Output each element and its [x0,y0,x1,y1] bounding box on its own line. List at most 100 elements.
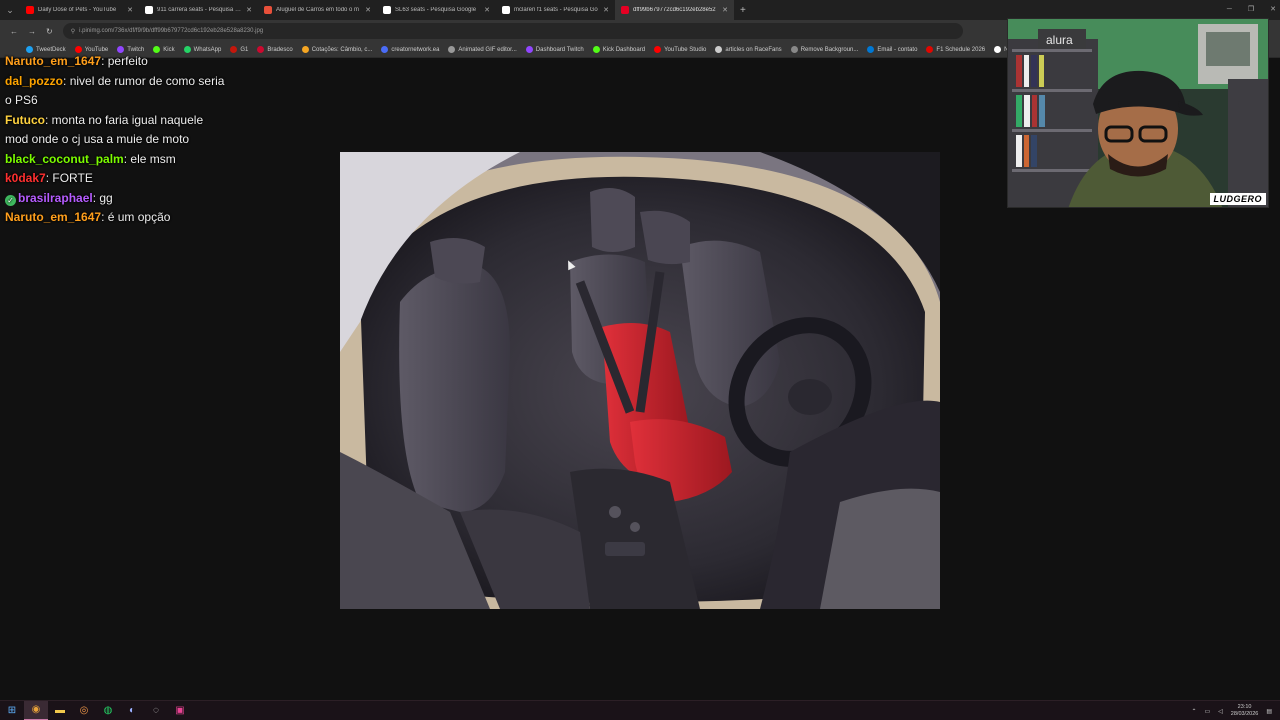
chat-message: Naruto_em_1647: é um opção [5,210,171,224]
tab-close-icon[interactable]: ✕ [246,6,252,14]
close-window-icon[interactable]: ✕ [1270,0,1276,20]
bookmark-favicon-icon [257,46,265,53]
clock[interactable]: 23:10 28/03/2026 [1231,704,1259,718]
bookmark-label: creatornetwork.ea [391,46,440,53]
bookmark-favicon-icon [592,46,600,53]
bookmark-favicon-icon [525,46,533,53]
bookmark-item[interactable]: Cotações: Câmbio, c... [301,46,372,53]
chat-text: é um opção [107,210,171,224]
tab-favicon-icon [621,6,629,14]
obs-icon[interactable]: ◌ [144,701,168,720]
streamer-logo: LUDGERO [1209,193,1266,205]
chat-username[interactable]: k0dak7 [5,171,46,185]
bookmark-item[interactable]: Remove Backgroun... [790,46,858,53]
url-text: i.pinimg.com/736x/df/f9/9b/dff99b679772c… [79,28,264,34]
chat-username[interactable]: black_coconut_palm [5,152,124,166]
chat-text: gg [99,190,113,205]
taskbar: ⊞ ◉ ▬ ◎ ◍ ◐ ◌ ▣ ⌃ ▭ ◁ 23:10 28/03/2026 ▤ [0,700,1280,720]
restore-icon[interactable]: ❐ [1248,0,1254,20]
browser-tab[interactable]: SL63 seats - Pesquisa Google ✕ [377,0,496,20]
chat-text: perfeito [107,54,148,68]
bookmark-item[interactable]: creatornetwork.ea [381,46,439,53]
tab-favicon-icon [502,6,510,14]
verified-badge-icon: ✓ [5,194,16,206]
tab-close-icon[interactable]: ✕ [722,6,728,14]
bookmark-favicon-icon [301,46,309,53]
bookmark-label: Email - contato [877,46,918,53]
webcam-overlay: alura LUDGERO [1007,18,1269,208]
window-controls: ─ ❐ ✕ [1227,0,1276,20]
chat-message: black_coconut_palm: ele msm [5,151,176,166]
tab-close-icon[interactable]: ✕ [484,6,490,14]
tab-title: SL63 seats - Pesquisa Google [395,7,477,13]
back-icon[interactable]: ← [10,27,18,36]
minimize-icon[interactable]: ─ [1227,0,1232,20]
chat-username[interactable]: dal_pozzo [5,74,63,88]
browser-tab[interactable]: Daily Dose of Pets - YouTube ✕ [20,0,139,20]
bookmark-label: Dashboard Twitch [535,46,584,53]
browser-tab-strip: ⌄ Daily Dose of Pets - YouTube ✕ 911 carre… [0,0,1280,20]
tab-title: mclaren f1 seats - Pesquisa Go [514,7,598,13]
reload-icon[interactable]: ↻ [46,27,53,36]
bookmark-item[interactable]: Dashboard Twitch [525,46,584,53]
bookmark-item[interactable]: Kick Dashboard [592,46,646,53]
bookmark-label: G1 [240,46,249,53]
chat-message: Futuco: monta no faria igual naquele mod… [5,112,204,147]
bookmark-label: F1 Schedule 2026 [936,46,986,53]
notifications-icon[interactable]: ▤ [1266,708,1272,715]
bookmark-favicon-icon [867,46,875,53]
wall-sign-text: alura [1046,33,1073,47]
bookmark-label: YouTube Studio [664,46,707,53]
clock-date: 28/03/2026 [1230,711,1259,717]
bookmark-label: Animated GIF editor... [458,46,517,53]
new-tab-button[interactable]: + [740,5,746,16]
bookmark-item[interactable]: Bradesco [257,46,293,53]
bookmark-favicon-icon [715,46,723,53]
chat-message: k0dak7: FORTE [5,171,93,185]
chat-message: ✓ brasilraphael: gg [5,189,225,209]
screen: ⌄ Daily Dose of Pets - YouTube ✕ 911 carre… [0,0,1280,720]
chat-username[interactable]: brasilraphael [18,191,93,205]
browser-tab[interactable]: mclaren f1 seats - Pesquisa Go ✕ [496,0,615,20]
chat-username[interactable]: Futuco [5,113,45,127]
file-explorer-icon[interactable]: ▬ [48,701,72,720]
tab-search-icon[interactable]: ⌄ [0,5,20,16]
tray-expand-icon[interactable]: ⌃ [1191,708,1196,715]
network-icon[interactable]: ▭ [1205,708,1211,715]
chat-message: Naruto_em_1647: perfeito [5,54,148,68]
bookmark-item[interactable]: YouTube Studio [654,46,706,53]
car-interior-image [340,152,940,609]
browser-tab[interactable]: Aluguel de Carros em todo o m ✕ [258,0,377,20]
chat-message: dal_pozzo: nivel de rumor de como seria … [5,73,225,108]
discord-icon[interactable]: ◐ [120,701,144,720]
bookmark-item[interactable]: G1 [230,46,248,53]
url-input[interactable]: ⚲ i.pinimg.com/736x/df/f9/9b/dff99b67977… [62,23,963,39]
bookmark-item[interactable]: articles on RaceFans [715,46,782,53]
browser-tab[interactable]: dff99b679772cd6c192eb28e52 ✕ [615,0,734,20]
tab-close-icon[interactable]: ✕ [603,6,609,14]
whatsapp-icon[interactable]: ◍ [96,701,120,720]
bookmark-favicon-icon [381,46,389,53]
site-info-icon[interactable]: ⚲ [71,28,75,35]
chat-username[interactable]: Naruto_em_1647 [5,210,101,224]
volume-icon[interactable]: ◁ [1218,708,1223,715]
bookmark-favicon-icon [448,46,456,53]
chat-overlay: Naruto_em_1647: perfeito dal_pozzo: nivel… [5,52,225,228]
streaming-app-icon[interactable]: ◎ [72,701,96,720]
tab-title: Aluguel de Carros em todo o m [276,7,360,13]
chrome-icon[interactable]: ◉ [24,700,48,720]
tab-close-icon[interactable]: ✕ [365,6,371,14]
chat-username[interactable]: Naruto_em_1647 [5,54,101,68]
browser-tab[interactable]: 911 carrera seats - Pesquisa Go ✕ [139,0,258,20]
forward-icon[interactable]: → [28,27,36,36]
bookmark-item[interactable]: F1 Schedule 2026 [926,46,985,53]
bookmark-label: Kick Dashboard [602,46,646,53]
bookmark-item[interactable]: Email - contato [867,46,917,53]
bookmark-item[interactable]: Animated GIF editor... [448,46,517,53]
bookmark-favicon-icon [926,46,934,53]
windows-start-icon[interactable]: ⊞ [0,701,24,720]
app-icon[interactable]: ▣ [168,701,192,720]
tab-favicon-icon [264,6,272,14]
tab-close-icon[interactable]: ✕ [127,6,133,14]
chat-text: ele msm [130,151,176,166]
